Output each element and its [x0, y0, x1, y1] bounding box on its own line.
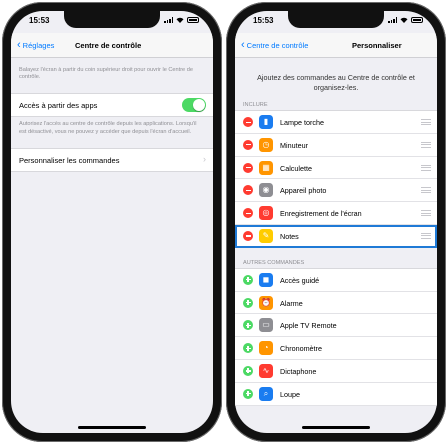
control-label: Dictaphone — [280, 366, 317, 376]
camera-icon: ◉ — [259, 183, 273, 198]
back-label: Centre de contrôle — [246, 41, 309, 50]
home-indicator — [302, 426, 370, 429]
included-control-row: ▦ Calculette — [235, 156, 437, 180]
add-button[interactable] — [243, 343, 253, 354]
included-control-row: ▮ Lampe torche — [235, 111, 437, 134]
flashlight-icon: ▮ — [259, 115, 273, 129]
remove-button[interactable] — [243, 117, 253, 127]
add-button[interactable] — [243, 365, 253, 376]
other-control-row: ▭ Apple TV Remote — [235, 314, 437, 338]
reorder-handle-icon[interactable] — [421, 141, 431, 148]
remove-button[interactable] — [243, 230, 253, 241]
chevron-right-icon: › — [203, 153, 206, 164]
intro-note: Balayez l'écran à partir du coin supérie… — [19, 67, 193, 81]
signal-icon — [388, 17, 397, 23]
alarm-icon: ⏰ — [259, 295, 273, 310]
wifi-icon — [176, 17, 184, 23]
control-label: Appareil photo — [280, 186, 327, 196]
nav-bar: ‹ Réglages Centre de contrôle — [11, 33, 213, 58]
reorder-handle-icon[interactable] — [421, 187, 431, 194]
other-controls-list: ◼ Accès guidé ⏰ Alarme ▭ Apple TV Remote ◔ Chro… — [235, 267, 437, 406]
page-title: Personnaliser — [352, 41, 402, 50]
battery-icon — [187, 17, 199, 23]
nav-bar: ‹ Centre de contrôle Personnaliser — [235, 33, 437, 58]
control-label: Calculette — [280, 163, 312, 173]
control-label: Loupe — [280, 389, 300, 399]
intro-text: Ajoutez des commandes au Centre de contr… — [257, 73, 415, 92]
included-control-row: ◎ Enregistrement de l'écran — [235, 202, 437, 225]
control-label: Enregistrement de l'écran — [280, 209, 362, 219]
reorder-handle-icon[interactable] — [421, 164, 431, 171]
calculator-icon: ▦ — [259, 160, 273, 175]
status-time: 15:53 — [253, 16, 274, 25]
other-controls-header: AUTRES COMMANDES — [243, 259, 305, 266]
remove-button[interactable] — [243, 208, 253, 219]
included-list: ▮ Lampe torche ◷ Minuteur ▦ Calculette ◉ Appare… — [235, 110, 437, 248]
control-label: Chronomètre — [280, 344, 322, 354]
phone-left: 15:53 ‹ Réglages Centre de contrôle Bala… — [2, 2, 222, 442]
notes-icon: ✎ — [259, 228, 273, 243]
include-header: INCLURE — [243, 102, 268, 108]
access-from-apps-row: Accès à partir des apps — [11, 93, 213, 118]
signal-icon — [164, 17, 173, 23]
reorder-handle-icon[interactable] — [421, 232, 431, 239]
phone-right: 15:53 ‹ Centre de contrôle Personnaliser… — [226, 2, 446, 442]
control-label: Notes — [280, 231, 299, 241]
remove-button[interactable] — [243, 139, 253, 150]
control-label: Lampe torche — [280, 118, 324, 127]
wifi-icon — [400, 17, 408, 23]
add-button[interactable] — [243, 388, 253, 399]
back-button[interactable]: ‹ Centre de contrôle — [241, 39, 309, 51]
voice-memos-icon: ∿ — [259, 363, 273, 378]
control-label: Apple TV Remote — [280, 321, 337, 331]
other-control-row: ◼ Accès guidé — [235, 268, 437, 292]
chevron-left-icon: ‹ — [241, 39, 245, 51]
add-button[interactable] — [243, 297, 253, 308]
other-control-row: ⏰ Alarme — [235, 291, 437, 315]
access-from-apps-toggle[interactable] — [182, 98, 206, 113]
remove-button[interactable] — [243, 185, 253, 196]
control-label: Accès guidé — [280, 275, 320, 285]
magnifier-icon: ⌕ — [259, 386, 273, 401]
notch — [288, 11, 384, 28]
included-control-row: ◉ Appareil photo — [235, 179, 437, 203]
remove-button[interactable] — [243, 162, 253, 173]
other-control-row: ∿ Dictaphone — [235, 359, 437, 383]
stopwatch-icon: ◔ — [259, 341, 273, 356]
home-indicator — [78, 426, 146, 429]
access-from-apps-label: Accès à partir des apps — [19, 101, 98, 111]
other-control-row: ◔ Chronomètre — [235, 337, 437, 360]
other-control-row: ⌕ Loupe — [235, 382, 437, 406]
screen-recording-icon: ◎ — [259, 206, 273, 221]
customize-screen: 15:53 ‹ Centre de contrôle Personnaliser… — [235, 11, 437, 433]
included-control-row: ◷ Minuteur — [235, 133, 437, 157]
back-label: Réglages — [22, 41, 55, 50]
notch — [64, 11, 160, 28]
page-title: Centre de contrôle — [75, 41, 142, 50]
included-control-row: ✎ Notes — [235, 224, 437, 248]
reorder-handle-icon[interactable] — [421, 119, 431, 125]
access-note: Autorisez l'accès au centre de contrôle … — [19, 121, 197, 135]
control-label: Minuteur — [280, 140, 308, 150]
battery-icon — [411, 17, 423, 23]
apple-tv-remote-icon: ▭ — [259, 318, 273, 333]
guided-access-icon: ◼ — [259, 272, 273, 287]
control-label: Alarme — [280, 298, 303, 308]
timer-icon: ◷ — [259, 137, 273, 152]
back-button[interactable]: ‹ Réglages — [17, 39, 55, 51]
chevron-left-icon: ‹ — [17, 39, 21, 51]
status-time: 15:53 — [29, 16, 50, 25]
customize-controls-label: Personnaliser les commandes — [19, 155, 120, 165]
control-center-settings-screen: 15:53 ‹ Réglages Centre de contrôle Bala… — [11, 11, 213, 433]
add-button[interactable] — [243, 274, 253, 285]
reorder-handle-icon[interactable] — [421, 210, 431, 217]
customize-controls-row[interactable]: Personnaliser les commandes › — [11, 147, 213, 172]
add-button[interactable] — [243, 320, 253, 331]
